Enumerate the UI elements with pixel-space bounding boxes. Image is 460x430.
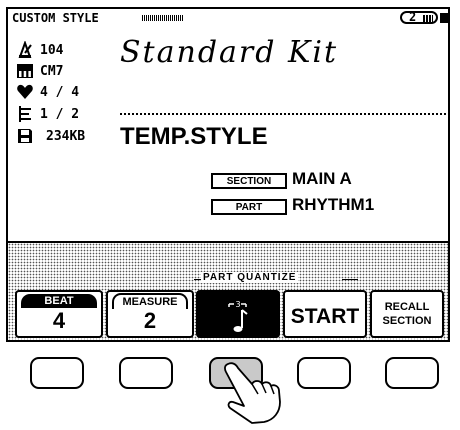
recall-label-line1: RECALL <box>384 301 430 313</box>
hardware-button-1[interactable] <box>30 357 84 389</box>
section-value: MAIN A <box>292 169 352 188</box>
recall-label-line2: SECTION <box>382 315 432 327</box>
header-bar: CUSTOM STYLE 2 <box>8 9 448 27</box>
hardware-button-5[interactable] <box>385 357 439 389</box>
pointing-hand-icon <box>222 360 312 430</box>
recall-section-button[interactable]: RECALL SECTION <box>370 290 444 338</box>
start-label: START <box>290 305 360 328</box>
measure-button[interactable]: MEASURE 2 <box>106 290 194 338</box>
heart-icon <box>16 83 34 101</box>
score-icon <box>16 105 34 123</box>
measure-button-value: 2 <box>143 308 157 333</box>
lcd-screen: CUSTOM STYLE 2 104 CM7 4 / 4 1 / 2 234KB… <box>6 7 450 342</box>
page-number: 2 <box>409 10 417 24</box>
hardware-button-2[interactable] <box>119 357 173 389</box>
chord-row: CM7 <box>16 61 63 81</box>
disk-icon <box>16 127 34 145</box>
start-button[interactable]: START <box>283 290 367 338</box>
part-tag: PART <box>211 199 287 215</box>
memory-row: 234KB <box>16 126 85 146</box>
style-status: TEMP.STYLE <box>120 123 268 150</box>
measure-value: 1 / 2 <box>40 106 80 122</box>
triplet-eighth-note-icon: 3 <box>226 296 254 338</box>
svg-text:3: 3 <box>236 300 241 309</box>
time-signature-value: 4 / 4 <box>40 84 80 100</box>
beat-value: 4 <box>52 308 66 333</box>
beat-row: 4 / 4 <box>16 82 79 102</box>
tempo-value: 104 <box>40 42 64 58</box>
header-hatch <box>142 15 184 21</box>
screen-title: CUSTOM STYLE <box>12 11 99 25</box>
chord-value: CM7 <box>40 63 64 79</box>
section-tag: SECTION <box>211 173 287 189</box>
divider <box>120 113 446 115</box>
part-quantize-label: PART QUANTIZE <box>201 272 299 283</box>
beat-label: BEAT <box>21 294 97 308</box>
beat-button[interactable]: BEAT 4 <box>15 290 103 338</box>
measure-row: 1 / 2 <box>16 104 79 124</box>
keyboard-icon <box>16 62 34 80</box>
quantize-button[interactable]: 3 <box>196 290 280 338</box>
metronome-icon <box>16 40 34 59</box>
style-name: Standard Kit <box>120 35 339 70</box>
measure-label: MEASURE <box>112 293 188 309</box>
part-value: RHYTHM1 <box>292 195 375 214</box>
tempo-row: 104 <box>16 40 63 60</box>
memory-value: 234KB <box>46 128 86 144</box>
page-indicator: 2 <box>400 10 438 24</box>
